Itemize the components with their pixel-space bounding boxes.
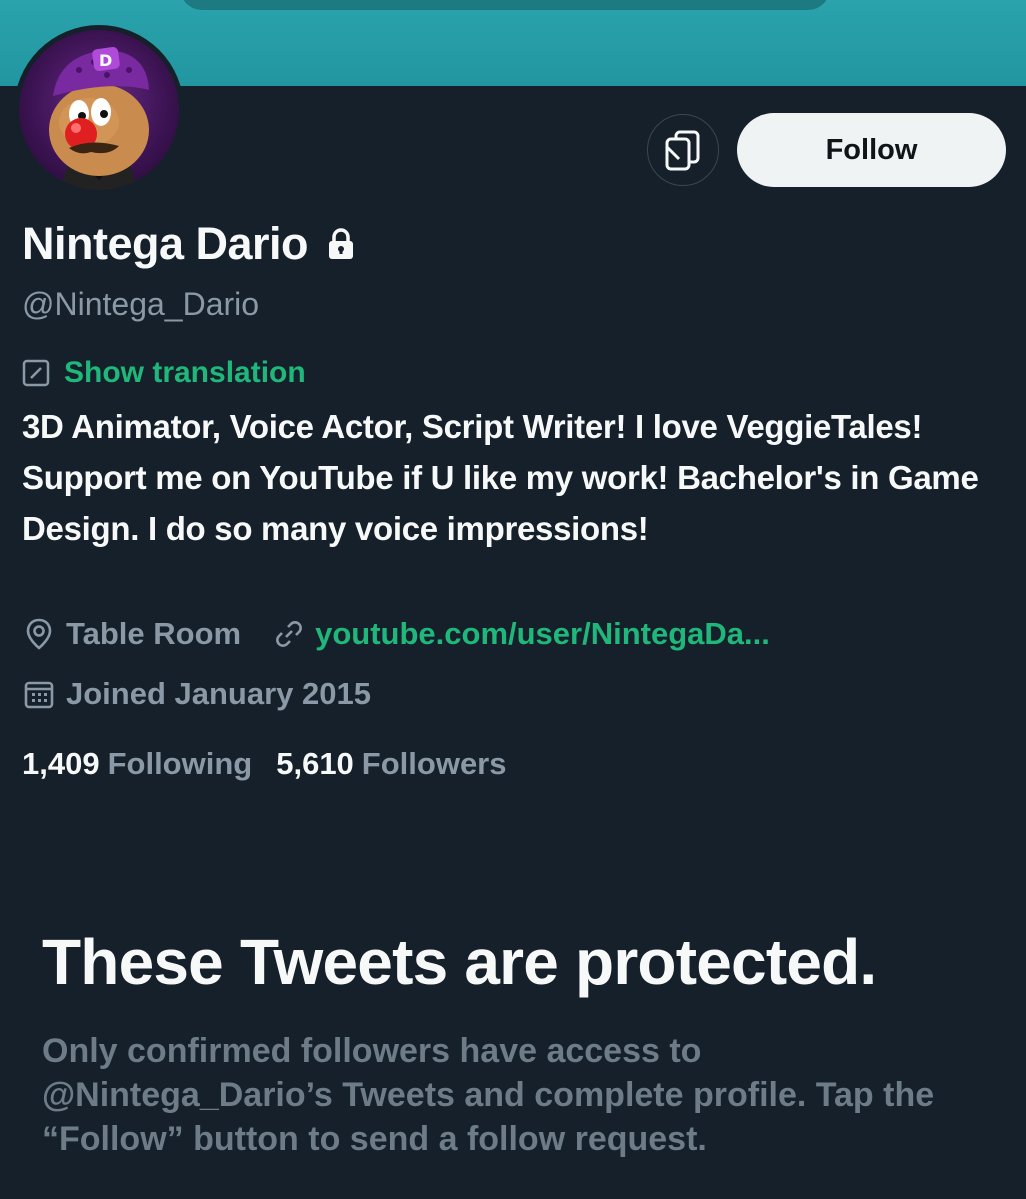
- location-text: Table Room: [66, 616, 242, 651]
- followers-label: Followers: [361, 746, 507, 781]
- location-item: Table Room: [22, 616, 241, 652]
- following-label: Following: [107, 746, 253, 781]
- lock-icon: [326, 227, 356, 261]
- avatar[interactable]: D: [14, 25, 184, 195]
- following-count: 1,409: [22, 746, 100, 781]
- link-icon: [276, 621, 303, 647]
- copy-profile-button[interactable]: [647, 114, 719, 186]
- protected-message: Only confirmed followers have access to …: [42, 1032, 935, 1158]
- calendar-icon: [24, 681, 54, 709]
- followers-stat[interactable]: 5,610 Followers: [276, 746, 506, 782]
- profile-bio: 3D Animator, Voice Actor, Script Writer!…: [22, 408, 979, 547]
- avatar-character-icon: D: [49, 46, 149, 190]
- profile-handle: @Nintega_Dario: [22, 286, 260, 322]
- svg-text:D: D: [99, 51, 112, 70]
- profile-name-row: Nintega Dario: [22, 218, 356, 270]
- banner-artwork: [180, 0, 830, 10]
- profile-meta: Table Room youtube.com/user/NintegaDa...: [22, 616, 770, 652]
- follow-button[interactable]: Follow: [737, 113, 1006, 187]
- website-item[interactable]: youtube.com/user/NintegaDa...: [273, 616, 770, 652]
- profile-name: Nintega Dario: [22, 218, 309, 269]
- joined-item: Joined January 2015: [22, 676, 371, 712]
- copy-profile-icon: [665, 130, 700, 171]
- avatar-image: D: [19, 30, 179, 190]
- show-translation-label[interactable]: Show translation: [64, 356, 306, 390]
- following-stat[interactable]: 1,409 Following: [22, 746, 252, 782]
- location-pin-icon: [26, 618, 52, 650]
- website-link[interactable]: youtube.com/user/NintegaDa...: [315, 616, 770, 652]
- followers-count: 5,610: [276, 746, 354, 781]
- protected-title: These Tweets are protected.: [42, 926, 877, 998]
- translate-icon: [22, 359, 50, 387]
- show-translation-link[interactable]: Show translation: [22, 356, 306, 390]
- follow-stats: 1,409 Following 5,610 Followers: [22, 746, 507, 782]
- joined-text: Joined January 2015: [66, 676, 371, 711]
